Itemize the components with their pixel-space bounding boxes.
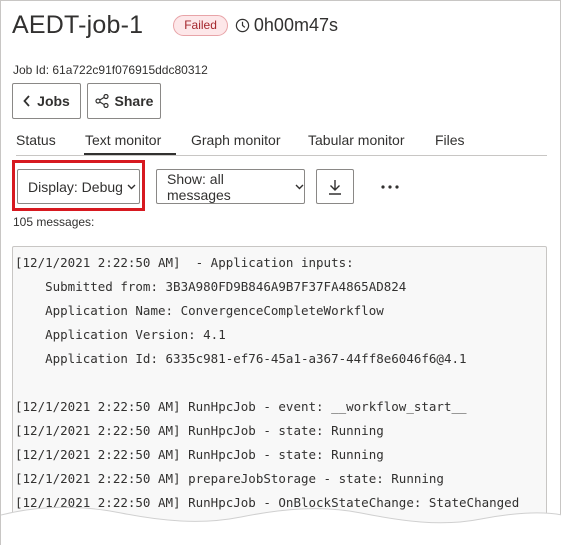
chevron-down-icon xyxy=(127,184,136,189)
more-options-button[interactable] xyxy=(377,177,403,197)
share-icon xyxy=(94,94,109,108)
log-line: [12/1/2021 2:22:50 AM] RunHpcJob - state… xyxy=(15,447,384,462)
back-to-jobs-button[interactable]: Jobs xyxy=(12,83,81,119)
log-line: Application Name: ConvergenceCompleteWor… xyxy=(15,303,384,318)
job-tabs: Status Text monitor Graph monitor Tabula… xyxy=(16,131,547,156)
chevron-left-icon xyxy=(23,95,30,107)
share-button[interactable]: Share xyxy=(87,83,161,119)
chevron-down-icon xyxy=(295,184,304,189)
tab-tabular-monitor[interactable]: Tabular monitor xyxy=(308,132,405,148)
log-line: [12/1/2021 2:22:50 AM] RunHpcJob - state… xyxy=(15,423,384,438)
download-icon xyxy=(329,179,341,195)
tab-graph-monitor[interactable]: Graph monitor xyxy=(191,132,280,148)
page-title: AEDT-job-1 xyxy=(12,11,144,39)
active-tab-indicator xyxy=(84,153,176,155)
share-button-label: Share xyxy=(114,93,154,109)
duration-value: 0h00m47s xyxy=(253,15,338,35)
tab-files[interactable]: Files xyxy=(435,132,465,148)
torn-edge xyxy=(1,506,561,545)
clock-icon xyxy=(235,18,250,33)
message-count: 105 messages: xyxy=(13,215,95,229)
tab-text-monitor[interactable]: Text monitor xyxy=(85,132,161,148)
duration: 0h00m47s xyxy=(235,15,338,36)
log-line: [12/1/2021 2:22:50 AM] prepareJobStorage… xyxy=(15,471,444,486)
log-line: [12/1/2021 2:22:50 AM] RunHpcJob - event… xyxy=(15,399,467,414)
status-badge: Failed xyxy=(173,15,228,36)
job-page: AEDT-job-1 Failed 0h00m47s Job Id: 61a72… xyxy=(0,0,561,545)
tab-status[interactable]: Status xyxy=(16,132,56,148)
log-line: Application Version: 4.1 xyxy=(15,327,226,342)
job-header: AEDT-job-1 Failed 0h00m47s xyxy=(12,11,338,40)
message-filter-dropdown[interactable]: Show: all messages xyxy=(156,169,305,204)
display-level-dropdown[interactable]: Display: Debug xyxy=(17,169,140,204)
job-id: Job Id: 61a722c91f076915ddc80312 xyxy=(13,63,208,77)
ellipsis-icon xyxy=(381,185,399,189)
download-button[interactable] xyxy=(316,169,354,204)
log-line: [12/1/2021 2:22:50 AM] - Application inp… xyxy=(15,255,354,270)
jobs-button-label: Jobs xyxy=(37,93,70,109)
log-line: Application Id: 6335c981-ef76-45a1-a367-… xyxy=(15,351,467,366)
message-filter-value: Show: all messages xyxy=(167,170,231,203)
log-line: Submitted from: 3B3A980FD9B846A9B7F37FA4… xyxy=(15,279,407,294)
display-level-value: Display: Debug xyxy=(28,178,123,195)
